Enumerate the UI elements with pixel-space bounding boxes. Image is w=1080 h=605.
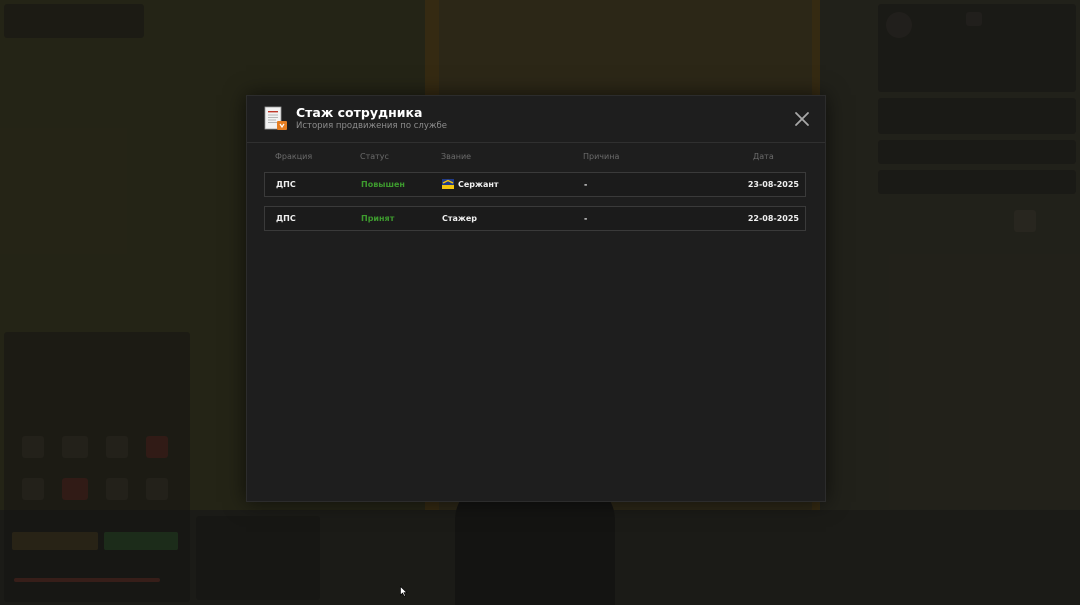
table-row: ДПС Повышен Сержант - 23-08-2025: [264, 172, 806, 197]
row-status: Принят: [361, 214, 395, 223]
modal-header: Стаж сотрудника История продвижения по с…: [247, 96, 825, 143]
modal-subtitle: История продвижения по службе: [296, 121, 447, 131]
employee-service-modal: Стаж сотрудника История продвижения по с…: [246, 95, 826, 502]
row-rank: Стажер: [442, 214, 478, 223]
row-date: 22-08-2025: [747, 214, 799, 223]
column-header-rank: Звание: [441, 152, 472, 161]
row-rank: Сержант: [442, 173, 499, 196]
row-status: Повышен: [361, 180, 405, 189]
row-date: 23-08-2025: [747, 180, 799, 189]
row-reason: -: [584, 214, 588, 223]
close-icon[interactable]: [793, 110, 811, 128]
modal-title: Стаж сотрудника: [296, 105, 423, 120]
column-header-date: Дата: [753, 152, 774, 161]
row-reason: -: [584, 180, 588, 189]
column-header-status: Статус: [360, 152, 389, 161]
row-faction: ДПС: [276, 180, 296, 189]
table-row: ДПС Принят Стажер - 22-08-2025: [264, 206, 806, 231]
column-header-faction: Фракция: [275, 152, 313, 161]
document-icon: [264, 106, 287, 130]
column-header-reason: Причина: [583, 152, 620, 161]
sergeant-chevron-icon: [442, 178, 454, 189]
row-faction: ДПС: [276, 214, 296, 223]
mouse-cursor-icon: [400, 586, 408, 597]
row-rank-label: Сержант: [458, 180, 499, 189]
